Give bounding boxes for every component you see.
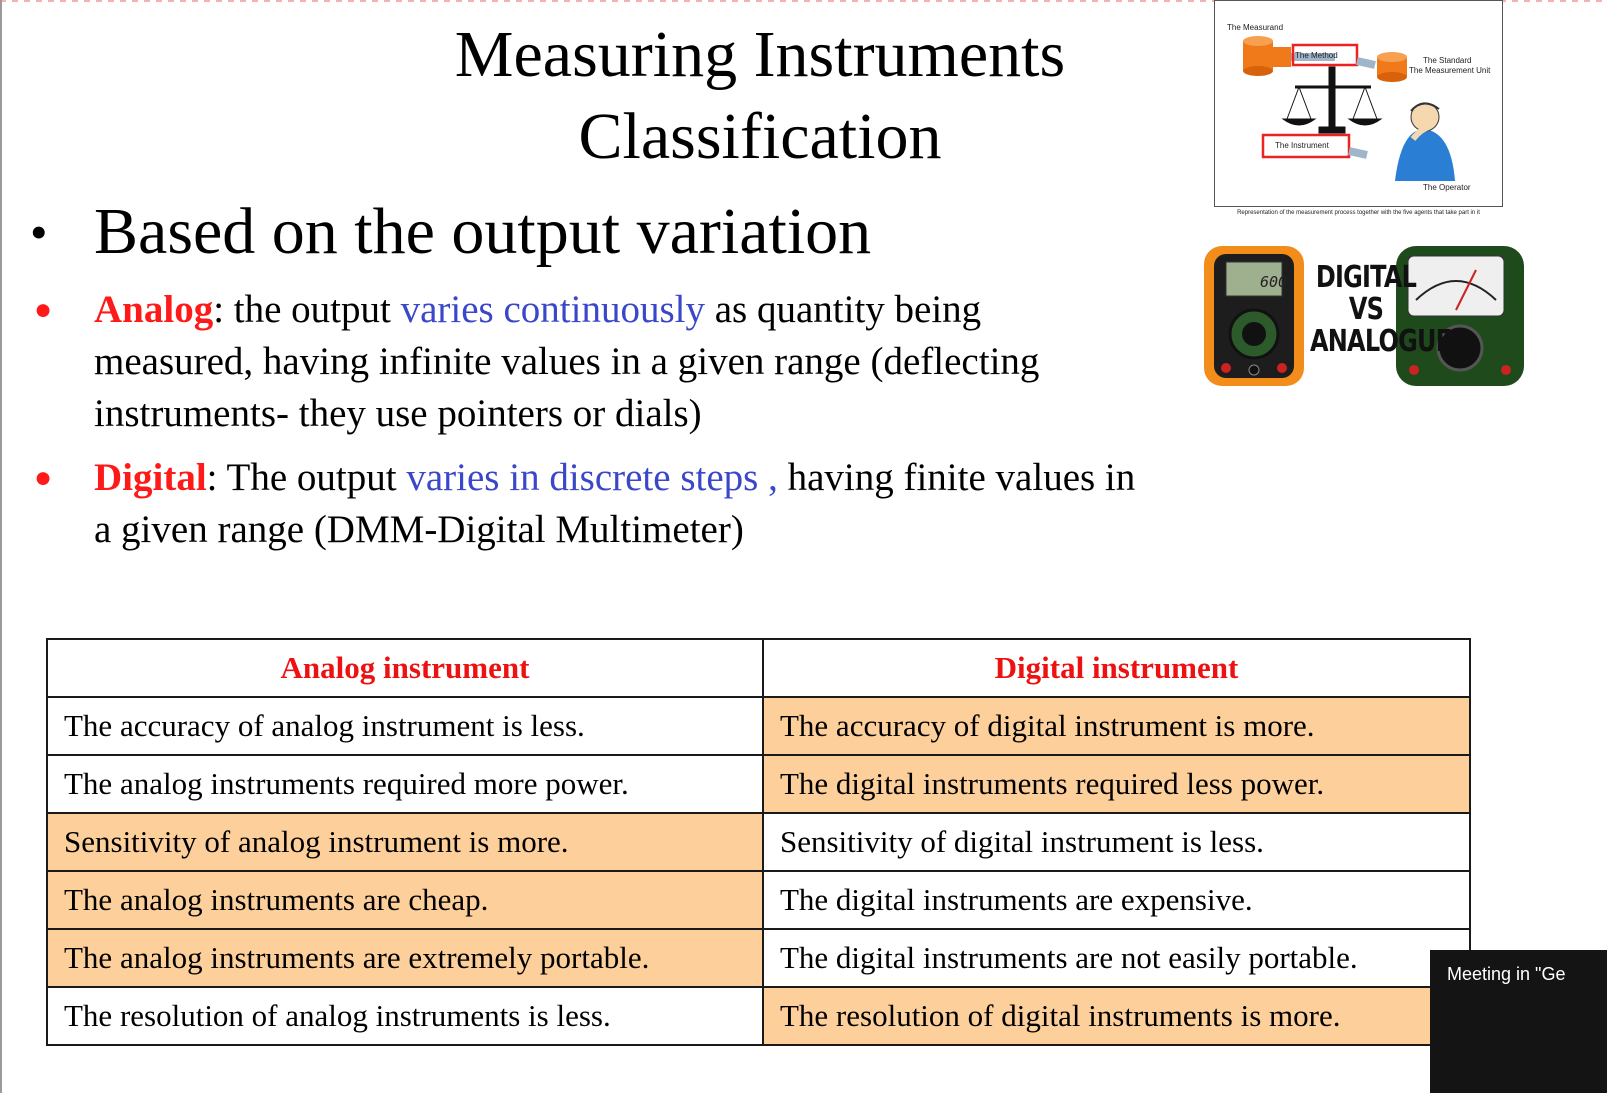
- digital-key: Digital: [94, 456, 207, 499]
- label-operator: The Operator: [1423, 183, 1471, 192]
- bullet-dot-icon: ●: [34, 293, 53, 326]
- table-row: Sensitivity of analog instrument is more…: [46, 812, 1472, 872]
- header-digital: Digital instrument: [761, 638, 1472, 698]
- analog-cell: The accuracy of analog instrument is les…: [46, 696, 764, 756]
- table-row: The resolution of analog instruments is …: [46, 986, 1472, 1046]
- bullet-dot-icon: •: [30, 204, 48, 260]
- table-row: The analog instruments are cheap. The dig…: [46, 870, 1472, 930]
- slide-title-line1: Measuring Instruments: [454, 18, 1066, 91]
- balance-scale-icon: [1281, 66, 1383, 134]
- analog-highlight: varies continuously: [400, 288, 705, 331]
- digital-text-a: : The output: [206, 456, 407, 499]
- digital-bullet: ● Digital: The output varies in discrete…: [34, 452, 1294, 556]
- table-header-row: Analog instrument Digital instrument: [46, 638, 1472, 698]
- measurement-process-diagram: The Measurand The Method The Standard Th…: [1214, 0, 1503, 207]
- table-row: The analog instruments are extremely por…: [46, 928, 1472, 988]
- digital-cell: The digital instruments required less po…: [761, 754, 1472, 814]
- standard-cylinder-icon: [1377, 52, 1407, 82]
- main-bullet-text: Based on the output variation: [94, 195, 872, 268]
- analog-line2: measured, having infinite values in a gi…: [94, 340, 1040, 383]
- analog-cell: The analog instruments are cheap.: [46, 870, 764, 930]
- dva-line3: ANALOGUE: [1310, 324, 1452, 359]
- analog-cell: The resolution of analog instruments is …: [46, 986, 764, 1046]
- dva-line1: DIGITAL: [1315, 260, 1417, 295]
- comparison-table: Analog instrument Digital instrument The…: [46, 638, 1472, 1046]
- main-bullet: • Based on the output variation: [30, 192, 871, 272]
- analog-bullet: ● Analog: the output varies continuously…: [34, 284, 1294, 440]
- analog-cell: The analog instruments are extremely por…: [46, 928, 764, 988]
- digital-line2: a given range (DMM-Digital Multimeter): [94, 508, 744, 551]
- analog-text-b: as quantity being: [704, 288, 982, 331]
- analog-line3: instruments- they use pointers or dials): [94, 392, 702, 435]
- bullet-dot-icon: ●: [34, 461, 53, 494]
- digital-cell: The digital instruments are expensive.: [761, 870, 1472, 930]
- table-body: The accuracy of analog instrument is les…: [46, 696, 1472, 1046]
- digital-vs-analogue-text: DIGITAL VS ANALOGUE: [1310, 260, 1452, 359]
- slide-title: Measuring Instruments Classification: [330, 14, 1190, 178]
- meeting-notification[interactable]: Meeting in "Ge: [1430, 950, 1607, 1093]
- label-standard: The Standard: [1423, 56, 1472, 65]
- digital-cell: The digital instruments are not easily p…: [761, 928, 1472, 988]
- analog-key: Analog: [94, 288, 214, 331]
- digital-cell: The resolution of digital instruments is…: [761, 986, 1472, 1046]
- meter-display-value: 600: [1260, 273, 1288, 291]
- analog-cell: The analog instruments required more pow…: [46, 754, 764, 814]
- measurand-cylinder-icon: [1243, 36, 1291, 76]
- digital-cell: The accuracy of digital instrument is mo…: [761, 696, 1472, 756]
- dva-line2: VS: [1348, 292, 1384, 327]
- label-instrument: The Instrument: [1275, 141, 1329, 150]
- digital-highlight: varies in discrete steps ,: [406, 456, 778, 499]
- analog-text-a: : the output: [213, 288, 401, 331]
- label-method: The Method: [1295, 51, 1338, 60]
- digital-multimeter-icon: [1204, 246, 1304, 386]
- label-measurand: The Measurand: [1227, 23, 1284, 32]
- table-row: The accuracy of analog instrument is les…: [46, 696, 1472, 756]
- label-measurement-unit: The Measurement Unit: [1409, 66, 1491, 75]
- digital-cell: Sensitivity of digital instrument is les…: [761, 812, 1472, 872]
- analog-cell: Sensitivity of analog instrument is more…: [46, 812, 764, 872]
- meeting-notification-text: Meeting in "Ge: [1447, 964, 1566, 984]
- diagram-caption: Representation of the measurement proces…: [1237, 210, 1480, 216]
- operator-figure-icon: [1395, 102, 1455, 181]
- table-row: The analog instruments required more pow…: [46, 754, 1472, 814]
- slide-left-border: [0, 0, 2, 1093]
- slide-title-line2: Classification: [578, 100, 942, 173]
- digital-text-b: having finite values in: [777, 456, 1136, 499]
- header-analog: Analog instrument: [46, 638, 764, 698]
